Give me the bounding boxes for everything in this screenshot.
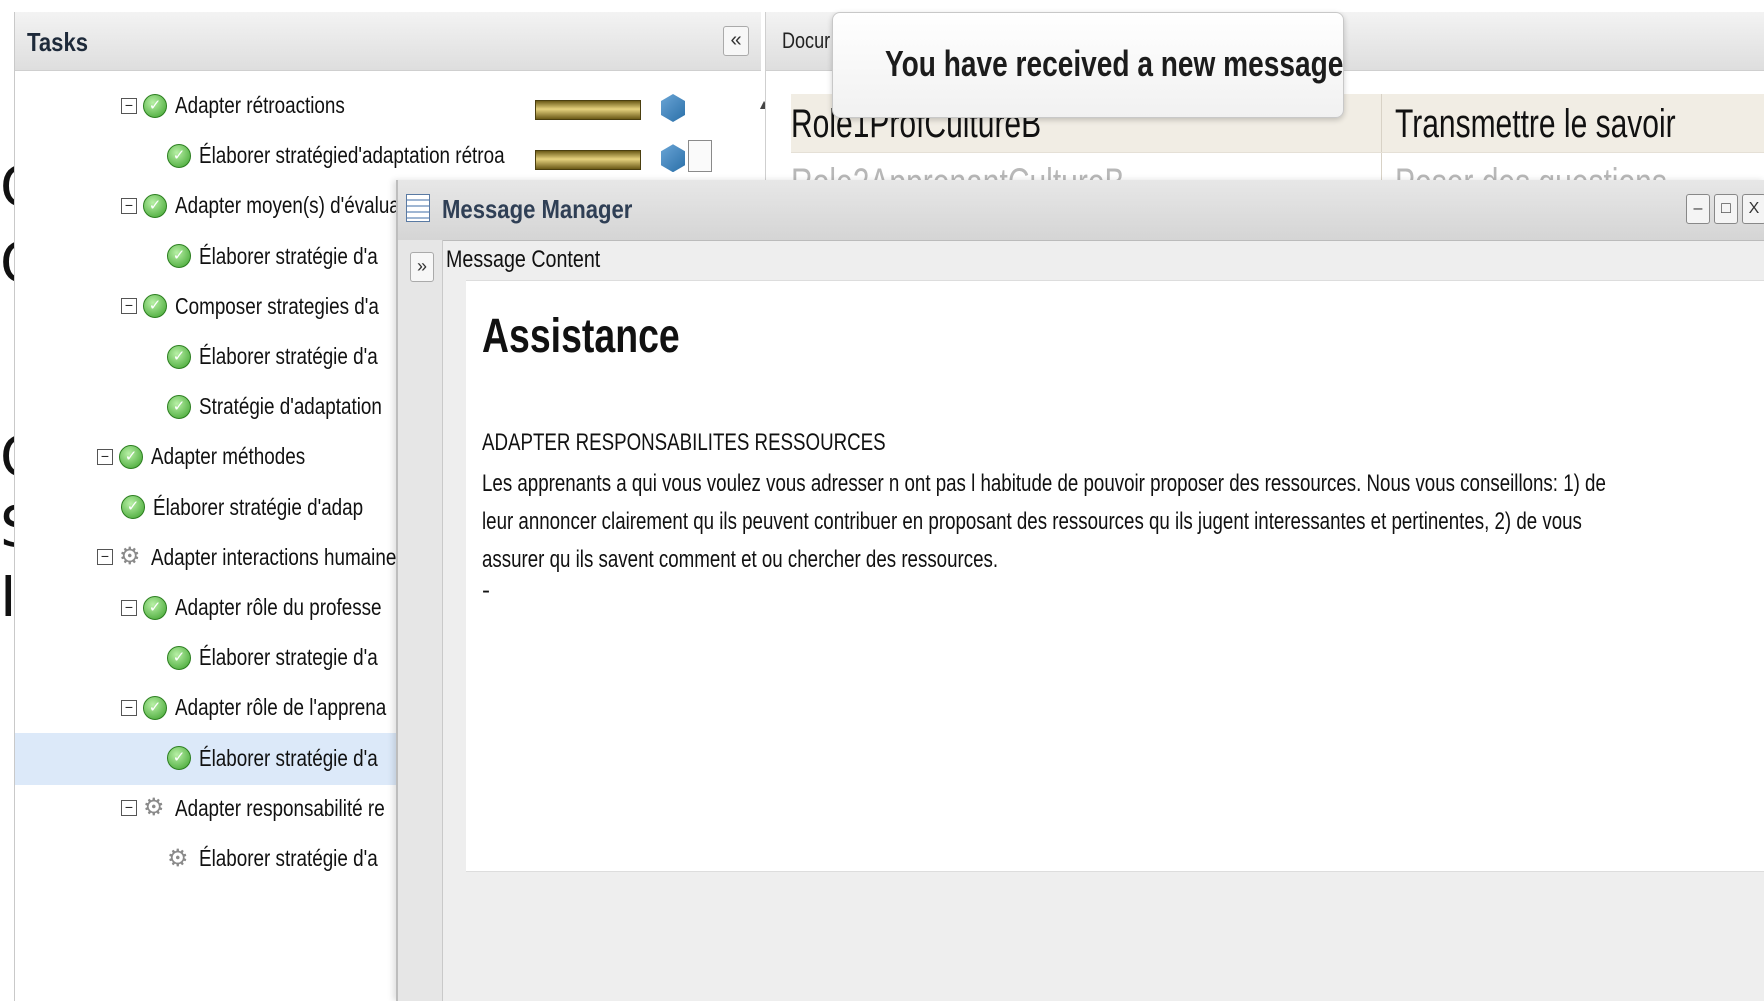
check-icon: ✓ xyxy=(143,93,167,118)
task-row-content: ✓ Élaborer stratégie d'a xyxy=(167,745,417,772)
message-manager-window: Message Manager – □ X » Message Content … xyxy=(396,180,1764,1001)
column-divider xyxy=(1381,94,1382,152)
collapse-toggle-icon[interactable]: − xyxy=(121,599,137,616)
window-controls: – □ X xyxy=(1686,194,1764,224)
slide-edge-fragment: C xyxy=(0,236,14,292)
collapse-panel-button[interactable]: « xyxy=(723,26,749,56)
minimize-button[interactable]: – xyxy=(1686,194,1710,224)
message-manager-title: Message Manager xyxy=(442,194,633,224)
slide-edge-fragment: I xyxy=(0,570,14,626)
tasks-title: Tasks xyxy=(27,27,89,57)
task-row-content: ✓ Stratégie d'adaptation xyxy=(167,393,422,420)
check-icon: ✓ xyxy=(143,595,167,620)
task-label: Stratégie d'adaptation xyxy=(199,393,382,420)
task-progress-bar xyxy=(535,150,641,171)
task-label: Adapter interactions humaine xyxy=(151,543,397,570)
collapse-toggle-icon[interactable]: − xyxy=(121,298,137,315)
message-heading: ADAPTER RESPONSABILITES RESSOURCES xyxy=(482,429,886,456)
document-icon[interactable] xyxy=(688,140,712,173)
message-manager-titlebar[interactable]: Message Manager – □ X xyxy=(398,180,1764,241)
task-label: Élaborer stratégie d'a xyxy=(199,744,378,771)
collapse-toggle-icon[interactable]: − xyxy=(121,800,137,817)
slide-edge-fragment: C xyxy=(0,160,14,216)
check-icon: ✓ xyxy=(143,193,167,218)
task-label: Élaborer strategie d'a xyxy=(199,644,378,671)
new-message-toast[interactable]: You have received a new message xyxy=(832,12,1344,118)
tasks-header: Tasks « xyxy=(15,12,761,71)
task-progress-bar xyxy=(535,100,641,120)
task-row-content: ✓ Élaborer strategie d'a xyxy=(167,644,417,671)
action-cell: Transmettre le savoir xyxy=(1395,102,1676,146)
task-label: Adapter rôle de l'apprena xyxy=(175,694,387,721)
message-manager-icon xyxy=(406,194,430,222)
toast-text: You have received a new message xyxy=(885,43,1344,84)
task-row-content: − ✓ Adapter rétroactions xyxy=(121,92,382,119)
task-row-content: ✓ Élaborer stratégie d'a xyxy=(167,343,417,370)
slide-edge-fragment: C xyxy=(0,430,14,486)
task-label: Adapter méthodes xyxy=(151,443,306,470)
check-icon: ✓ xyxy=(167,143,191,168)
task-row-content: − ✓ Adapter rôle de l'apprena xyxy=(121,694,433,721)
message-content-area: Assistance ADAPTER RESPONSABILITES RESSO… xyxy=(466,280,1764,872)
check-icon: ✓ xyxy=(143,294,167,319)
task-label: Adapter rétroactions xyxy=(175,92,345,118)
gear-icon: ⚙ xyxy=(143,794,165,822)
task-label: Composer strategies d'a xyxy=(175,292,379,319)
slide-edge-fragment: S xyxy=(0,500,14,556)
task-row-content: ⚙ Élaborer stratégie d'a xyxy=(167,845,417,872)
task-row-content: ✓ Élaborer stratégied'adaptation rétroa xyxy=(167,142,572,169)
collapse-toggle-icon[interactable]: − xyxy=(121,699,137,716)
task-row-content: ✓ Élaborer stratégie d'a xyxy=(167,243,417,270)
gear-icon: ⚙ xyxy=(167,844,189,872)
task-row-content: − ✓ Adapter méthodes xyxy=(97,443,339,470)
check-icon: ✓ xyxy=(143,695,167,720)
collapse-toggle-icon[interactable]: − xyxy=(97,448,113,465)
check-icon: ✓ xyxy=(167,746,191,771)
task-label: Élaborer stratégied'adaptation rétroa xyxy=(199,142,505,169)
check-icon: ✓ xyxy=(167,344,191,369)
message-content-header: Message Content xyxy=(446,246,601,273)
message-trailer: - xyxy=(482,577,490,604)
close-button[interactable]: X xyxy=(1742,194,1764,224)
message-list-collapsed: » xyxy=(398,240,443,1001)
expand-panel-button[interactable]: » xyxy=(410,252,434,282)
check-icon: ✓ xyxy=(121,495,145,520)
task-label: Adapter rôle du professe xyxy=(175,594,382,620)
task-tree-row[interactable]: ✓ Élaborer stratégied'adaptation rétroa xyxy=(15,130,761,182)
message-title: Assistance xyxy=(482,310,680,363)
check-icon: ✓ xyxy=(167,244,191,269)
check-icon: ✓ xyxy=(119,444,143,469)
maximize-button[interactable]: □ xyxy=(1714,194,1738,224)
collapse-toggle-icon[interactable]: − xyxy=(97,549,113,566)
task-row-content: − ✓ Composer strategies d'a xyxy=(121,293,424,320)
message-body: Les apprenants a qui vous voulez vous ad… xyxy=(482,470,1606,573)
collapse-toggle-icon[interactable]: − xyxy=(121,197,137,214)
cube-icon[interactable] xyxy=(661,144,685,173)
check-icon: ✓ xyxy=(167,394,191,419)
task-tree-row[interactable]: − ✓ Adapter rétroactions xyxy=(15,80,761,132)
task-label: Adapter responsabilité re xyxy=(175,794,385,821)
collapse-toggle-icon[interactable]: − xyxy=(121,97,137,114)
task-row-content: − ✓ Adapter rôle du professe xyxy=(121,594,427,621)
task-label: Élaborer stratégie d'adap xyxy=(153,493,364,520)
task-row-content: − ⚙ Adapter responsabilité re xyxy=(121,795,431,822)
document-tab[interactable]: Docur xyxy=(782,28,830,54)
task-label: Élaborer stratégie d'a xyxy=(199,343,378,369)
task-row-content: ✓ Élaborer stratégie d'adap xyxy=(121,494,409,521)
task-label: Élaborer stratégie d'a xyxy=(199,845,378,871)
gear-icon: ⚙ xyxy=(119,543,141,571)
task-label: Élaborer stratégie d'a xyxy=(199,242,378,269)
cube-icon[interactable] xyxy=(661,94,685,122)
check-icon: ✓ xyxy=(167,645,191,670)
